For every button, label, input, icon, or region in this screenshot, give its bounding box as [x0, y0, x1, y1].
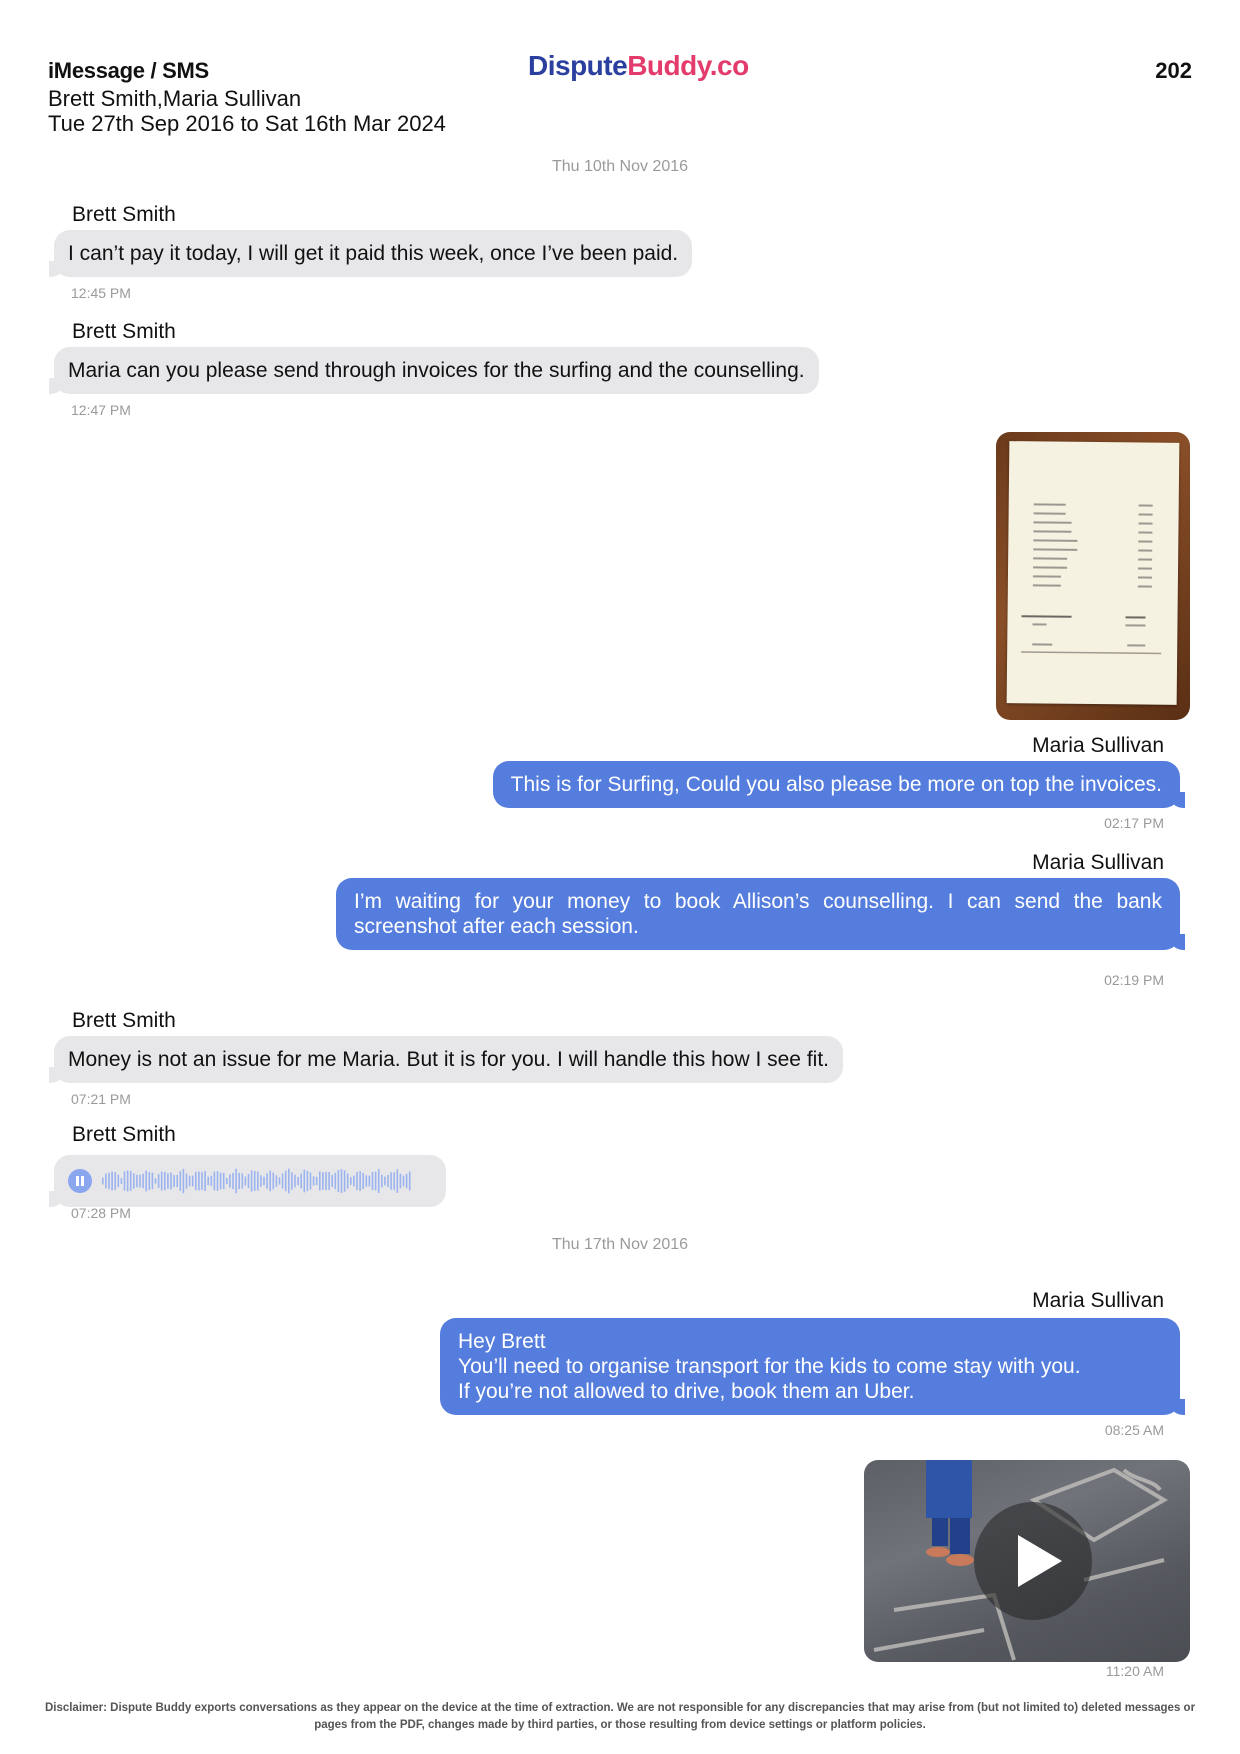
message-line: If you’re not allowed to drive, book the… — [458, 1380, 915, 1403]
message-line: Hey Brett — [458, 1330, 546, 1353]
outgoing-message-bubble[interactable]: Hey Brett You’ll need to organise transp… — [440, 1318, 1185, 1415]
receipt-image — [1006, 441, 1180, 705]
export-title: iMessage / SMS — [48, 58, 209, 83]
message-line: You’ll need to organise transport for th… — [458, 1355, 1081, 1378]
sender-name: Maria Sullivan — [1032, 1289, 1164, 1312]
date-range: Tue 27th Sep 2016 to Sat 16th Mar 2024 — [48, 111, 446, 136]
sender-name: Maria Sullivan — [1032, 851, 1164, 874]
audio-message-bubble[interactable] — [49, 1155, 446, 1207]
sender-name: Brett Smith — [72, 320, 176, 343]
message-time: 02:17 PM — [1104, 815, 1164, 831]
message-text: I’m waiting for your money to book Allis… — [354, 890, 1162, 938]
message-time: 07:28 PM — [71, 1205, 131, 1221]
sender-name: Maria Sullivan — [1032, 734, 1164, 757]
incoming-message-bubble[interactable]: I can’t pay it today, I will get it paid… — [48, 230, 693, 277]
page-number: 202 — [1155, 58, 1192, 83]
date-separator: Thu 10th Nov 2016 — [551, 158, 689, 175]
outgoing-message-bubble[interactable]: I’m waiting for your money to book Allis… — [336, 878, 1185, 950]
sender-name: Brett Smith — [72, 1009, 176, 1032]
date-separator: Thu 17th Nov 2016 — [551, 1236, 689, 1253]
sender-name: Brett Smith — [72, 1123, 176, 1146]
pause-icon[interactable] — [68, 1169, 92, 1193]
receipt-print-lines — [1021, 503, 1162, 655]
sender-name: Brett Smith — [72, 203, 176, 226]
message-text: Maria can you please send through invoic… — [68, 359, 805, 382]
message-text: I can’t pay it today, I will get it paid… — [68, 242, 679, 265]
message-text: Money is not an issue for me Maria. But … — [68, 1048, 829, 1071]
message-time: 07:21 PM — [71, 1091, 131, 1107]
receipt-photo-attachment[interactable] — [996, 432, 1190, 720]
play-icon[interactable] — [974, 1502, 1092, 1620]
outgoing-message-bubble[interactable]: This is for Surfing, Could you also plea… — [492, 761, 1186, 808]
incoming-message-bubble[interactable]: Money is not an issue for me Maria. But … — [49, 1036, 843, 1083]
audio-waveform — [102, 1168, 411, 1194]
message-time: 12:45 PM — [71, 285, 131, 301]
message-time: 11:20 AM — [1105, 1663, 1164, 1679]
message-time: 02:19 PM — [1104, 972, 1164, 988]
message-text: This is for Surfing, Could you also plea… — [510, 773, 1162, 796]
logo-text-buddy: Buddy.co — [627, 50, 749, 81]
message-time: 08:25 AM — [1104, 1422, 1164, 1438]
video-attachment[interactable] — [864, 1460, 1190, 1662]
incoming-message-bubble[interactable]: Maria can you please send through invoic… — [49, 347, 819, 394]
logo-text-dispute: Dispute — [528, 50, 628, 81]
disclaimer-text: Disclaimer: Dispute Buddy exports conver… — [44, 1702, 1196, 1731]
dispute-buddy-logo: DisputeBuddy.co — [528, 50, 749, 82]
message-time: 12:47 PM — [71, 402, 131, 418]
participants: Brett Smith,Maria Sullivan — [48, 86, 302, 111]
